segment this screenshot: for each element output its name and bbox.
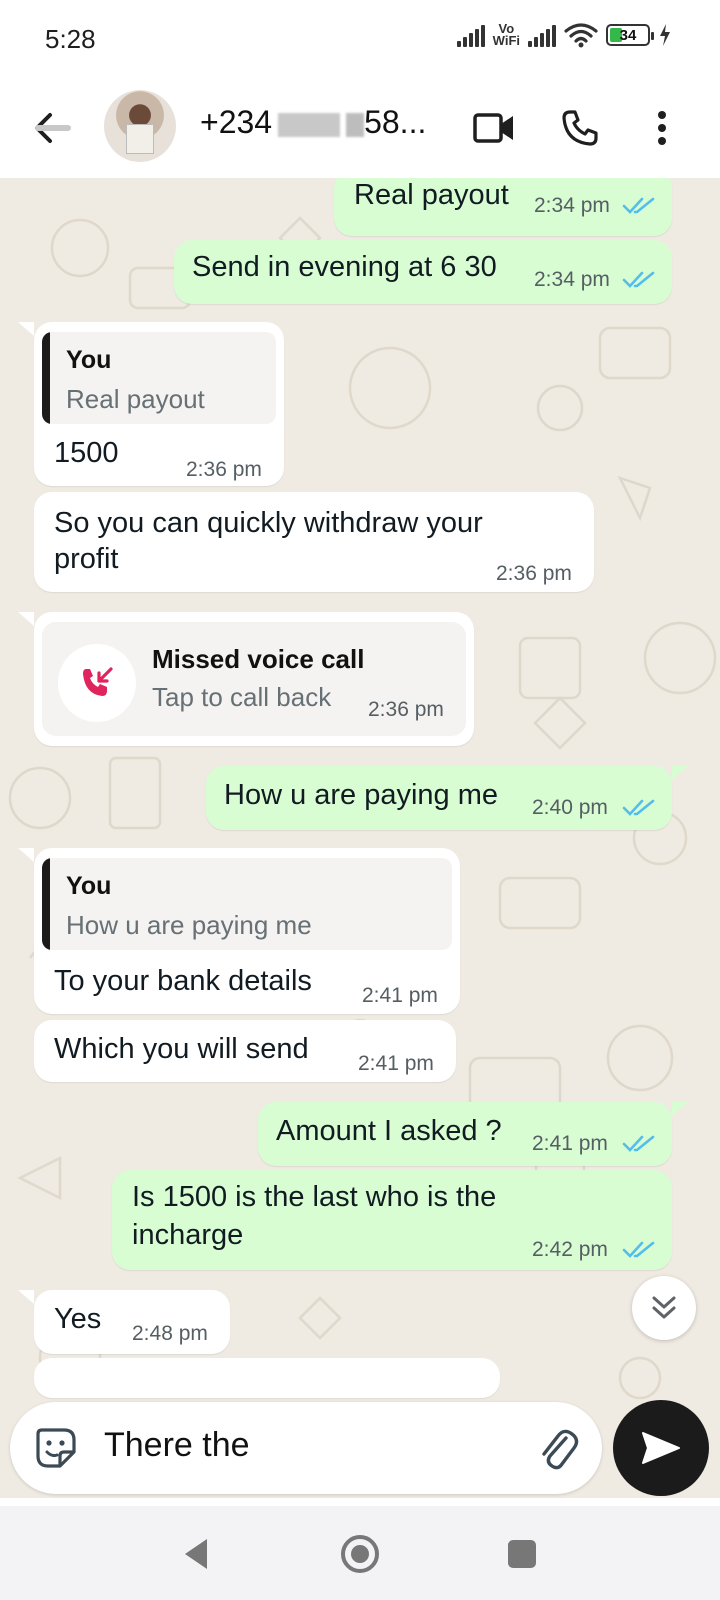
chat-header: +234 58... [0,78,720,178]
system-nav-bar [0,1506,720,1600]
message-incoming-partial[interactable] [34,1358,500,1398]
message-time: 2:34 pm [534,194,610,217]
call-subtitle: Tap to call back [152,682,332,712]
bubble-tail [18,322,34,336]
vowifi-indicator: Vo WiFi [492,22,520,48]
missed-call-icon [83,667,113,696]
message-incoming[interactable]: So you can quickly withdraw your profit … [34,492,594,592]
send-icon [642,1432,680,1464]
back-button[interactable] [26,100,78,156]
vowifi-bottom-label: WiFi [492,33,520,48]
contact-avatar[interactable] [104,90,176,162]
message-text: Real payout [354,179,509,211]
quoted-message[interactable]: You How u are paying me [42,858,452,950]
scroll-to-bottom-button[interactable] [632,1276,696,1340]
bubble-tail [672,1102,688,1116]
message-time: 2:41 pm [532,1132,608,1155]
read-receipt-icon [622,1241,655,1258]
contact-name[interactable]: +234 58... [200,104,426,141]
signal-icon-2 [528,23,556,47]
status-icons: Vo WiFi 34 [456,22,672,48]
nav-home-button[interactable] [334,1528,386,1580]
missed-call-card[interactable]: Missed voice call Tap to call back 2:36 … [42,622,466,736]
message-incoming-reply[interactable]: You Real payout 1500 2:36 pm [34,322,284,486]
message-time: 2:36 pm [496,562,572,585]
message-outgoing[interactable]: Send in evening at 6 30 2:34 pm [174,240,672,304]
recents-nav-icon [508,1540,536,1568]
message-input[interactable]: There the [104,1426,250,1465]
wifi-icon [564,23,598,48]
message-time: 2:42 pm [532,1238,608,1261]
message-outgoing[interactable]: Real payout 2:34 pm [334,178,672,236]
blurred-digits [278,112,341,137]
missed-call-icon-badge [58,644,136,722]
blurred-digit [346,112,365,137]
message-outgoing[interactable]: Amount I asked ? 2:41 pm [258,1102,672,1166]
battery-level: 34 [619,26,637,44]
contact-number-suffix: 58... [364,104,427,140]
message-text: Which you will send [54,1033,309,1065]
message-text: Send in evening at 6 30 [192,251,497,283]
double-chevron-down-icon [652,1296,676,1319]
voice-call-icon [562,110,598,146]
nav-back-button[interactable] [170,1528,222,1580]
message-text: Yes [54,1303,102,1335]
quote-author: You [66,346,112,374]
quote-text: How u are paying me [66,910,312,940]
read-receipt-icon [622,1135,655,1152]
status-time: 5:28 [45,24,96,54]
call-title: Missed voice call [152,644,365,674]
more-options-icon [658,111,666,145]
sticker-icon[interactable] [34,1426,78,1470]
home-nav-icon [341,1535,379,1573]
bubble-tail [18,1290,34,1304]
back-nav-icon [185,1539,207,1569]
read-receipt-icon [622,799,655,816]
message-outgoing[interactable]: How u are paying me 2:40 pm [206,766,672,830]
read-receipt-icon [622,197,655,214]
message-time: 2:41 pm [362,984,438,1007]
message-time: 2:34 pm [534,268,610,291]
message-text: How u are paying me [224,779,499,811]
voice-call-button[interactable] [552,100,608,156]
message-time: 2:36 pm [368,698,444,721]
message-text-line1: So you can quickly withdraw your [54,507,483,539]
message-text-line2: profit [54,543,119,575]
bubble-tail [672,766,688,780]
read-receipt-icon [622,271,655,288]
message-text: To your bank details [54,965,312,997]
more-options-button[interactable] [634,100,690,156]
message-time: 2:40 pm [532,796,608,819]
video-call-button[interactable] [466,100,522,156]
bubble-tail [18,612,34,626]
message-incoming[interactable]: Yes 2:48 pm [34,1290,230,1354]
quote-text: Real payout [66,384,205,414]
video-call-icon [473,113,513,143]
chat-area[interactable]: Real payout 2:34 pm Send in evening at 6… [0,178,720,1498]
nav-recents-button[interactable] [496,1528,548,1580]
message-incoming[interactable]: Which you will send 2:41 pm [34,1020,456,1082]
status-bar: 5:28 Vo WiFi 34 [0,0,720,78]
quote-author: You [66,872,112,900]
message-text-line2: incharge [132,1219,244,1251]
message-time: 2:48 pm [132,1322,208,1345]
battery-icon: 34 [606,24,654,46]
message-text-line1: Is 1500 is the last who is the [132,1181,497,1213]
bubble-tail [18,848,34,862]
message-missed-call[interactable]: Missed voice call Tap to call back 2:36 … [34,612,474,746]
attach-icon[interactable] [536,1424,580,1472]
message-incoming-reply[interactable]: You How u are paying me To your bank det… [34,848,460,1014]
send-button[interactable] [613,1400,709,1496]
message-time: 2:36 pm [186,458,262,481]
signal-icon [456,23,485,47]
message-time: 2:41 pm [358,1052,434,1075]
contact-number-prefix: +234 [200,104,273,140]
message-composer[interactable]: There the [10,1402,602,1494]
message-text: 1500 [54,437,119,469]
charging-icon [660,24,670,46]
message-outgoing[interactable]: Is 1500 is the last who is the incharge … [112,1170,672,1270]
back-arrow-icon [35,113,71,143]
quoted-message[interactable]: You Real payout [42,332,276,424]
message-text: Amount I asked ? [276,1115,502,1147]
